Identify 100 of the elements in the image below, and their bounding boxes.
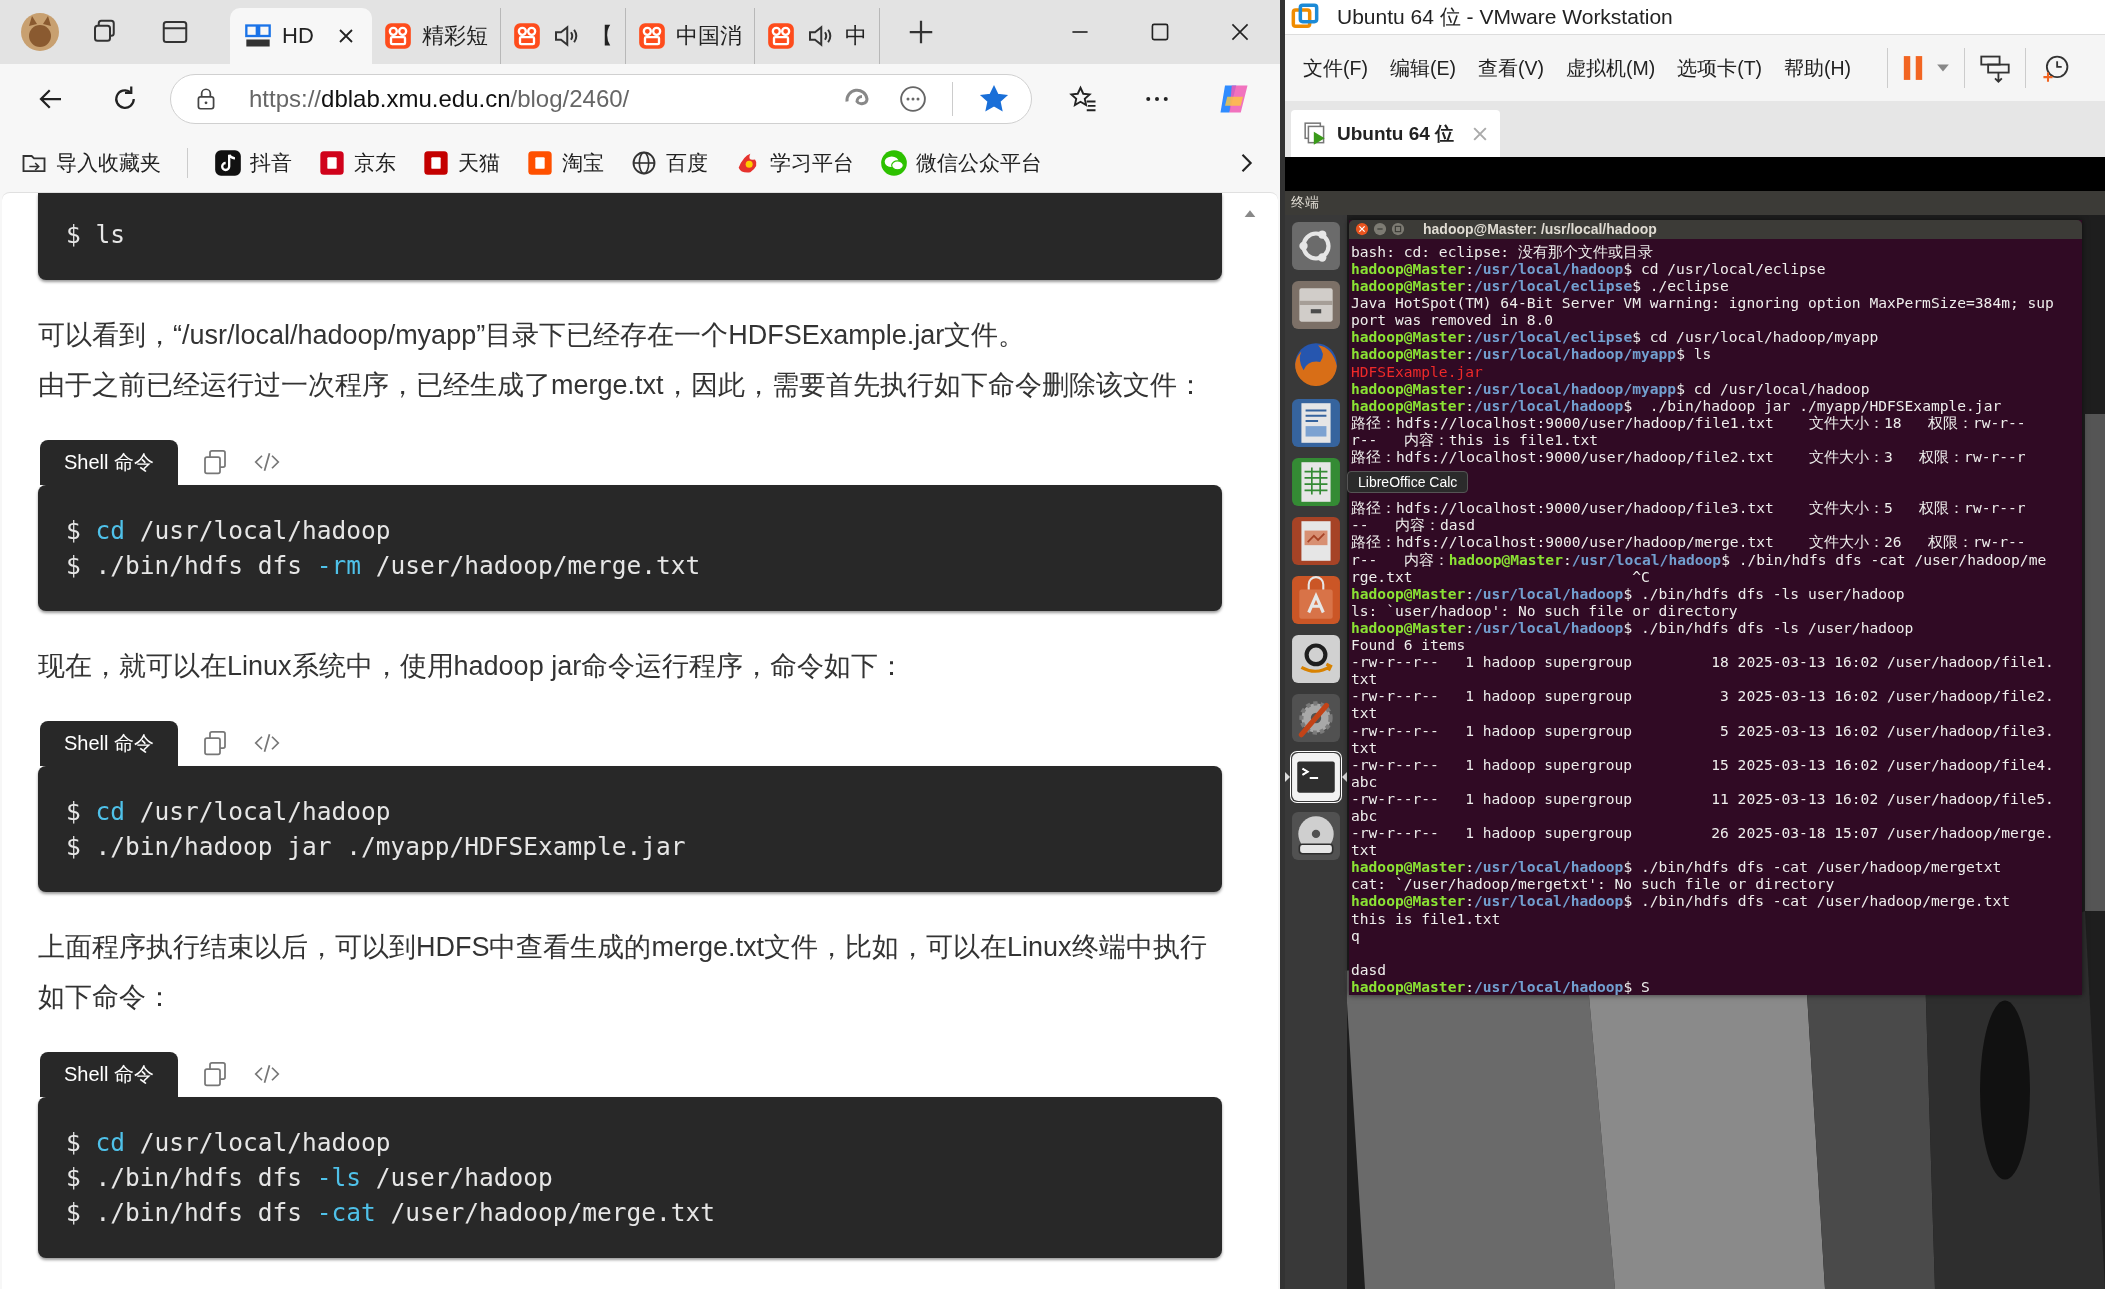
terminal-line: r-- 内容：hadoop@Master:/usr/local/hadoop$ ./bin/hdfs dfs -cat /user/hadoop/me bbox=[1351, 550, 2048, 568]
code-tab[interactable]: Shell 命令 bbox=[40, 440, 179, 485]
terminal-line: hadoop@Master:/usr/local/hadoop/myapp$ cd /usr/local/hadoop bbox=[1351, 379, 1871, 397]
terminal-line: ls: `user/hadoop': No such file or directory bbox=[1351, 601, 1739, 619]
paragraph: 可以看到，“/usr/local/hadoop/myapp”目录下已经存在一个HDFSExample.jar文件。 由于之前已经运行过一次程序，已经生成了merge.txt，因此，需要首先执行如下命令删除该文件： bbox=[38, 319, 1205, 402]
terminal-line: 路径：hdfs://localhost:9000/user/hadoop/file1.txt 文件大小：18 权限：rw-r-- bbox=[1351, 413, 2027, 431]
app-logo-icon bbox=[318, 149, 346, 177]
browser-tab[interactable]: 中国消 bbox=[625, 8, 755, 64]
code-line: $ cd /usr/local/hadoop bbox=[66, 515, 392, 547]
bookmark-label: 学习平台 bbox=[770, 150, 854, 176]
code-line: $ ./bin/hdfs dfs -rm /user/hadoop/merge.txt bbox=[66, 550, 702, 582]
terminal-line: hadoop@Master:/usr/local/eclipse$ cd /usr/local/hadoop/myapp bbox=[1351, 328, 1880, 346]
terminal-title: hadoop@Master: /usr/local/hadoop bbox=[1423, 221, 1657, 238]
globe-icon bbox=[630, 149, 658, 177]
bookmark-label: 抖音 bbox=[250, 150, 292, 176]
presentation-icon[interactable] bbox=[1291, 516, 1341, 566]
terminal-icon[interactable] bbox=[1291, 752, 1341, 802]
menu-item[interactable]: 编辑(E) bbox=[1389, 54, 1456, 82]
bookmark-label: 百度 bbox=[666, 150, 708, 176]
terminal-line: txt bbox=[1351, 841, 1379, 859]
bookmark-label: 京东 bbox=[354, 150, 396, 176]
avatar-icon[interactable] bbox=[20, 12, 60, 52]
terminal-line: Java HotSpot(TM) 64-Bit Server VM warning: ignoring option MaxPermSize=384m; sup bbox=[1351, 294, 2055, 312]
menu-item[interactable]: 虚拟机(M) bbox=[1565, 54, 1656, 82]
terminal-line: hadoop@Master:/usr/local/hadoop$ S bbox=[1351, 977, 1651, 995]
browser-tab[interactable]: 【 bbox=[500, 8, 626, 64]
video-app-icon bbox=[512, 22, 541, 50]
url-text: https://dblab.xmu.edu.cn/blog/2460/ bbox=[249, 85, 630, 113]
code-line: $ cd /usr/local/hadoop bbox=[66, 796, 392, 828]
bookmark[interactable]: 微信公众平台 bbox=[880, 149, 1042, 177]
ubuntu-logo-icon[interactable] bbox=[1291, 221, 1341, 271]
app-logo-icon bbox=[526, 149, 554, 177]
caret-icon[interactable] bbox=[1936, 63, 1951, 73]
browser-tab[interactable]: 精彩短 bbox=[371, 8, 501, 64]
site-logo-icon bbox=[244, 22, 272, 50]
bookmark[interactable]: 淘宝 bbox=[526, 149, 604, 177]
bookmark-label: 淘宝 bbox=[562, 150, 604, 176]
wrench-gear-icon[interactable] bbox=[1291, 693, 1341, 743]
terminal-line: txt bbox=[1351, 738, 1379, 756]
terminal-line: hadoop@Master:/usr/local/hadoop$ ./bin/hadoop jar ./myapp/HDFSExample.jar bbox=[1351, 396, 2003, 414]
bookmark[interactable]: 学习平台 bbox=[734, 149, 854, 177]
panel-title: 终端 bbox=[1291, 194, 1319, 212]
pause-icon[interactable] bbox=[1902, 53, 1925, 83]
terminal-line: 路径：hdfs://localhost:9000/user/hadoop/file2.txt 文件大小：3 权限：rw-r--r bbox=[1351, 448, 2027, 466]
document-icon[interactable] bbox=[1291, 398, 1341, 448]
tooltip: LibreOffice Calc bbox=[1347, 471, 1469, 493]
tab-title: 【 bbox=[590, 22, 613, 50]
bookmark[interactable]: 抖音 bbox=[214, 149, 292, 177]
terminal-line: -rw-r--r-- 1 hadoop supergroup 26 2025-03-18 15:07 /user/hadoop/merge. bbox=[1351, 824, 2055, 842]
terminal-line: hadoop@Master:/usr/local/hadoop$ cd /usr/local/eclipse bbox=[1351, 259, 1827, 278]
terminal-line: -rw-r--r-- 1 hadoop supergroup 3 2025-03-13 16:02 /user/hadoop/file2. bbox=[1351, 687, 2055, 705]
favorites-icon[interactable] bbox=[1068, 84, 1098, 114]
menu-item[interactable]: 查看(V) bbox=[1477, 54, 1544, 82]
spreadsheet-icon[interactable] bbox=[1291, 457, 1341, 507]
terminal-line: -rw-r--r-- 1 hadoop supergroup 11 2025-03-13 16:02 /user/hadoop/file5. bbox=[1351, 789, 2055, 807]
terminal-line: hadoop@Master:/usr/local/eclipse$ ./eclipse bbox=[1351, 277, 1730, 295]
terminal-line: bash: cd: eclipse: 没有那个文件或目录 bbox=[1351, 242, 1654, 260]
browser-tab[interactable]: HD bbox=[230, 8, 372, 64]
tab-title: 中 bbox=[844, 22, 867, 50]
bookmark-label: 微信公众平台 bbox=[916, 150, 1042, 176]
address-field[interactable]: https://dblab.xmu.edu.cn/blog/2460/ bbox=[170, 74, 1032, 124]
paragraph: 现在，就可以在Linux系统中，使用hadoop jar命令运行程序，命令如下： bbox=[38, 650, 907, 683]
code-line: $ ./bin/hadoop jar ./myapp/HDFSExample.jar bbox=[66, 831, 687, 863]
terminal-line: cat: `/user/hadoop/mergetxt': No such file or directory bbox=[1351, 875, 1836, 893]
menu-item[interactable]: 文件(F) bbox=[1303, 54, 1368, 82]
bookmark[interactable]: 京东 bbox=[318, 149, 396, 177]
terminal-line: -rw-r--r-- 1 hadoop supergroup 15 2025-03-13 16:02 /user/hadoop/file4. bbox=[1351, 755, 2055, 773]
bookmark[interactable]: 百度 bbox=[630, 149, 708, 177]
tab-title: HD bbox=[282, 23, 314, 49]
app-logo-icon bbox=[1291, 3, 1319, 31]
terminal-line: txt bbox=[1351, 704, 1379, 722]
code-line: $ ./bin/hdfs dfs -cat /user/hadoop/merge.txt bbox=[66, 1197, 717, 1229]
terminal-line: hadoop@Master:/usr/local/hadoop$ ./bin/hdfs dfs -cat /user/hadoop/merge.txt bbox=[1351, 892, 2011, 910]
file-cabinet-icon[interactable] bbox=[1291, 280, 1341, 330]
music-note-icon bbox=[214, 149, 242, 177]
chat-bubble-icon bbox=[880, 149, 908, 177]
tab-title: 中国消 bbox=[675, 22, 742, 50]
bookmark[interactable]: 导入收藏夹 bbox=[20, 149, 161, 177]
vm-tab[interactable]: Ubuntu 64 位 bbox=[1291, 110, 1501, 157]
tab-title: 精彩短 bbox=[421, 22, 488, 50]
terminal-line: hadoop@Master:/usr/local/hadoop$ ./bin/hdfs dfs -ls user/hadoop bbox=[1351, 584, 1906, 602]
terminal-line: HDFSExample.jar bbox=[1351, 362, 1484, 380]
shopping-bag-icon[interactable] bbox=[1291, 575, 1341, 625]
menu-item[interactable]: 帮助(H) bbox=[1784, 54, 1852, 82]
terminal-line: r-- 内容：this is file1.txt bbox=[1351, 430, 1599, 448]
code-line: $ ls bbox=[66, 219, 126, 251]
favorite-star-icon[interactable] bbox=[979, 84, 1009, 114]
terminal-line: hadoop@Master:/usr/local/hadoop$ ./bin/hdfs dfs -ls /user/hadoop bbox=[1351, 618, 1915, 637]
bookmark-label: 天猫 bbox=[458, 150, 500, 176]
menu-item[interactable]: 选项卡(T) bbox=[1677, 54, 1763, 82]
close-icon[interactable] bbox=[1355, 222, 1369, 237]
code-tab[interactable]: Shell 命令 bbox=[40, 1052, 179, 1097]
terminal-line: hadoop@Master:/usr/local/hadoop$ ./bin/hdfs dfs -cat /user/hadoop/mergetxt bbox=[1351, 858, 2003, 876]
code-tab[interactable]: Shell 命令 bbox=[40, 721, 179, 766]
more-options-icon[interactable] bbox=[898, 84, 928, 114]
terminal-line: -- 内容：dasd bbox=[1351, 516, 1476, 534]
bookmark[interactable]: 天猫 bbox=[422, 149, 500, 177]
browser-tab[interactable]: 中 bbox=[754, 8, 880, 64]
terminal-line: port was removed in 8.0 bbox=[1351, 311, 1555, 329]
code-line: $ cd /usr/local/hadoop bbox=[66, 1127, 392, 1159]
